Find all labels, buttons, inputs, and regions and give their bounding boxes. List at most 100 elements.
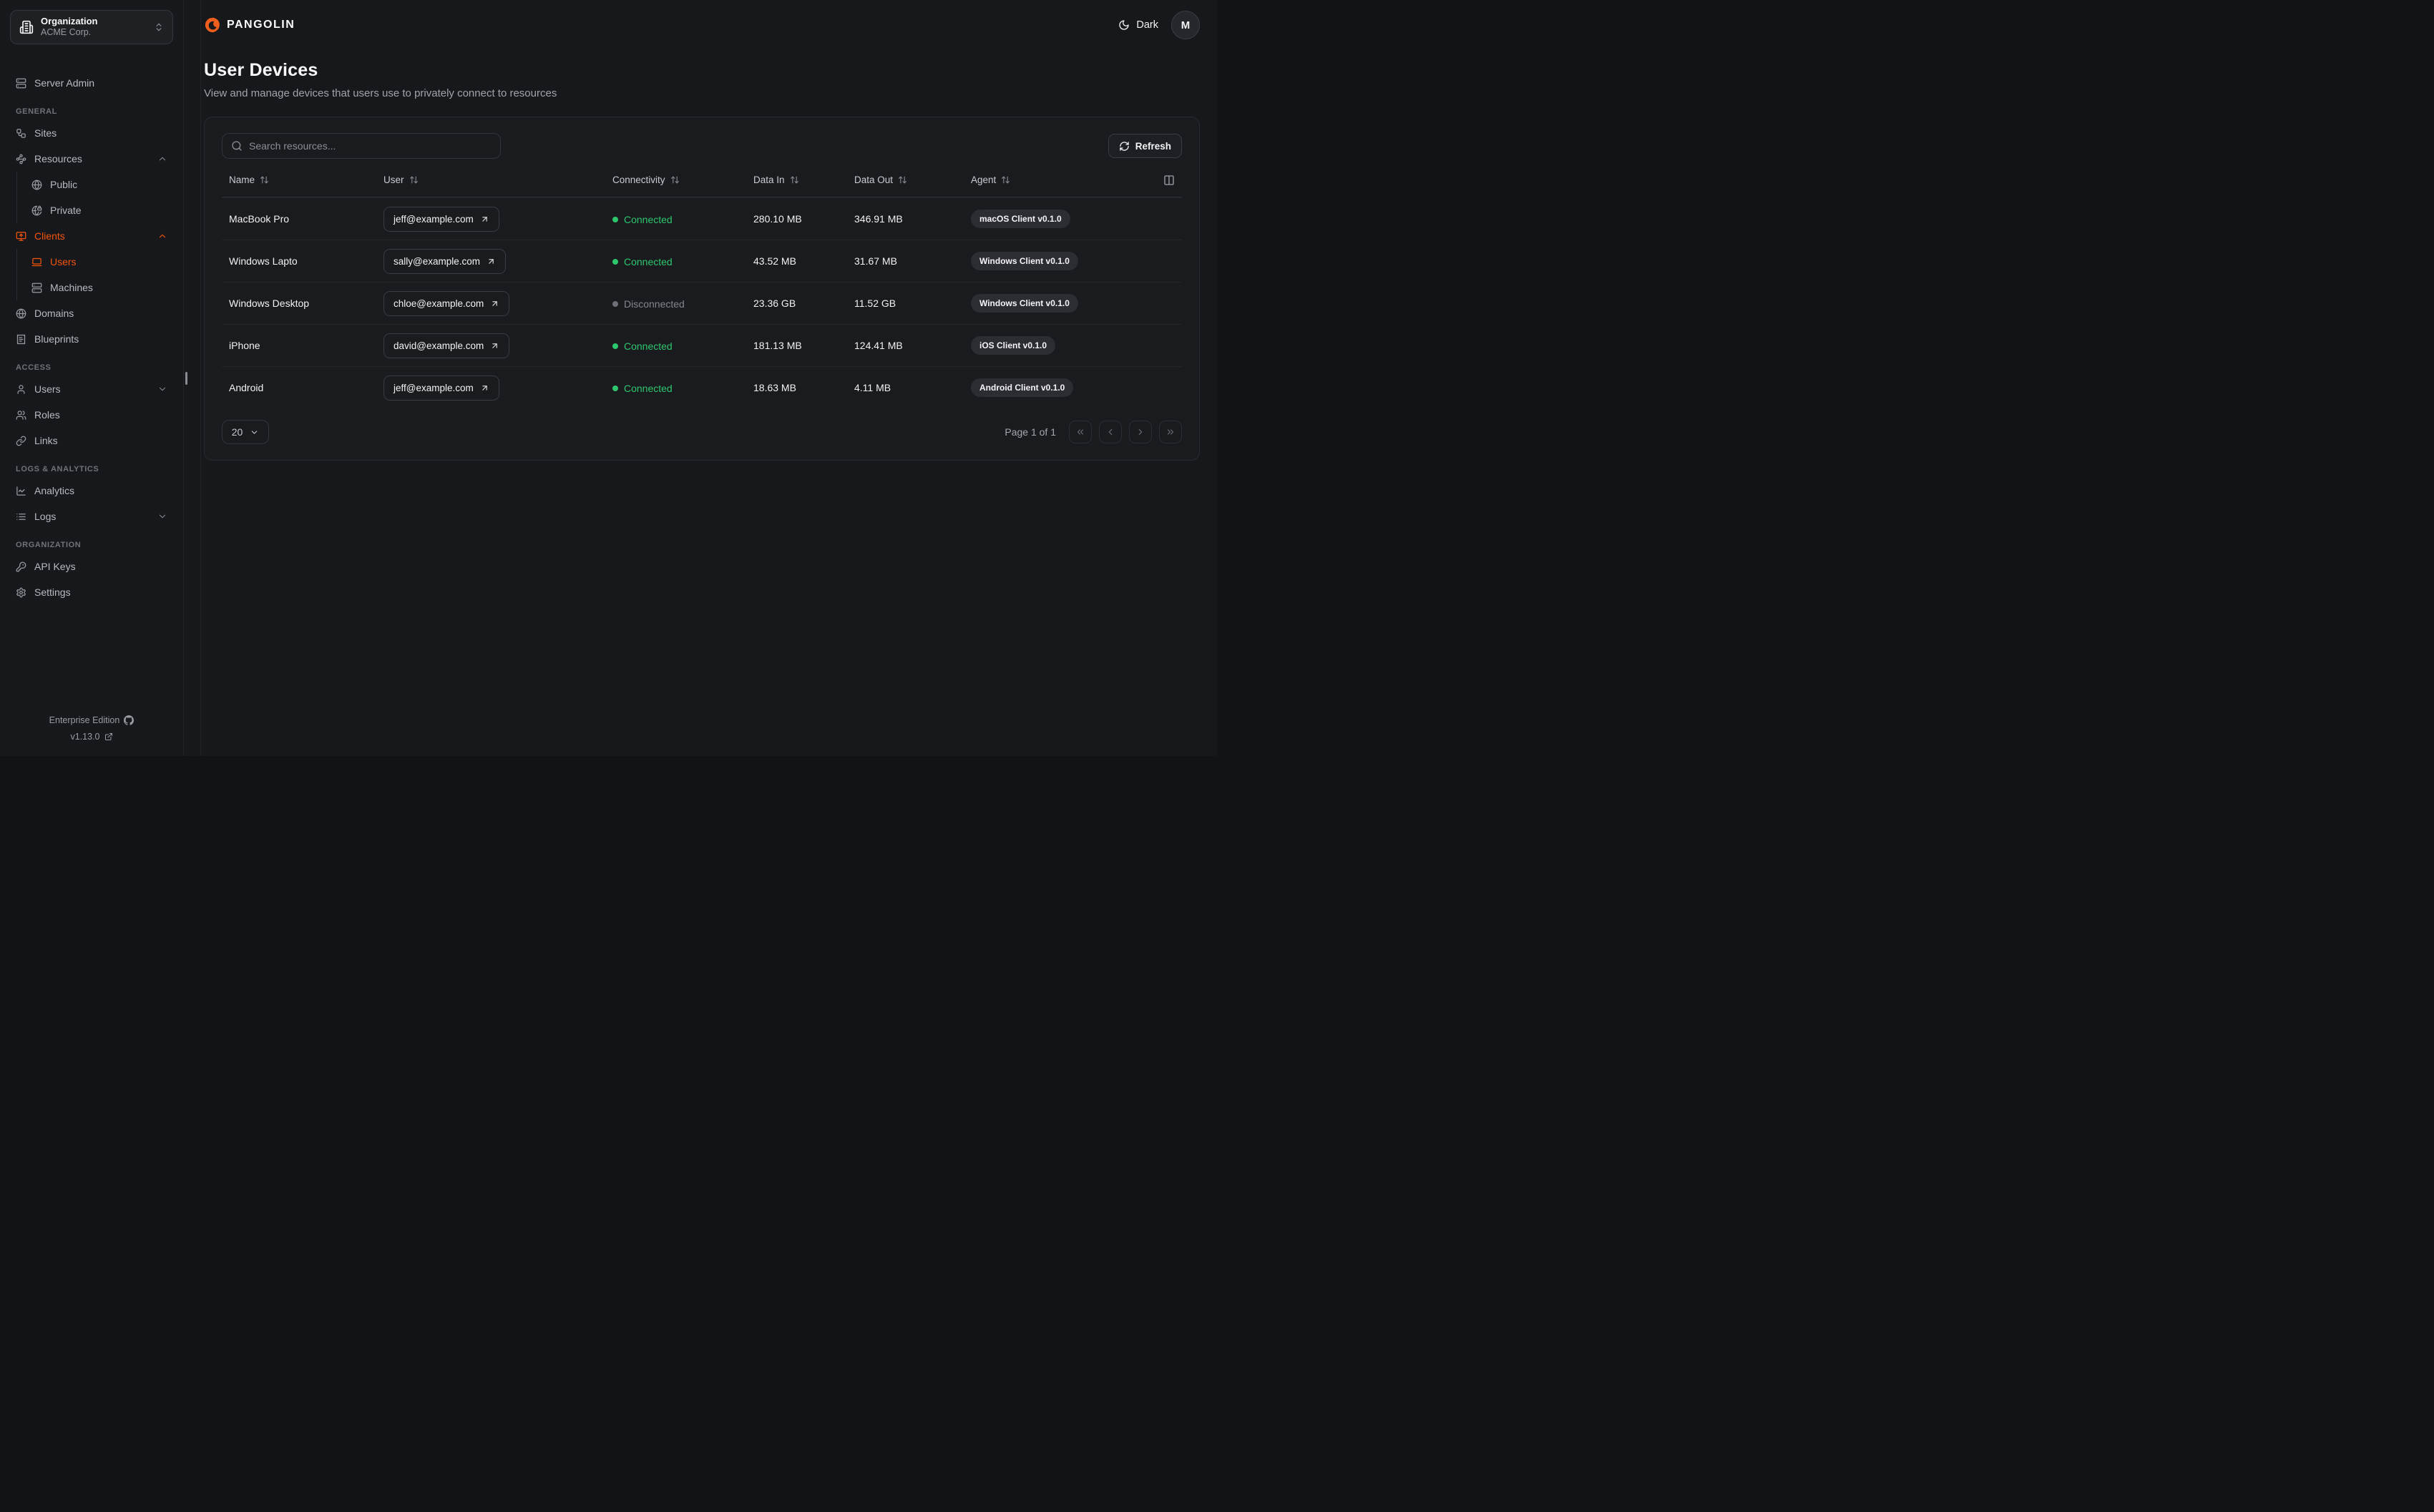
org-selector-label: Organization [41, 16, 98, 27]
data-out-value: 11.52 GB [854, 298, 896, 309]
table-row: iPhone david@example.com Connected 181.1… [222, 324, 1182, 366]
search-input[interactable] [249, 140, 492, 152]
data-in-value: 18.63 MB [753, 382, 796, 393]
column-header-name[interactable]: Name [229, 175, 383, 185]
user-link[interactable]: jeff@example.com [383, 375, 499, 401]
search-box [222, 133, 501, 159]
table-row: MacBook Pro jeff@example.com Connected 2… [222, 197, 1182, 240]
globe-icon [31, 180, 42, 190]
table-header-row: Name User Connectivity Data In Data Out [222, 163, 1182, 197]
data-in-value: 43.52 MB [753, 255, 796, 267]
page-subtitle: View and manage devices that users use t… [204, 87, 557, 99]
arrow-up-right-icon [490, 341, 499, 350]
gear-icon [16, 587, 26, 598]
sidebar-item-logs[interactable]: Logs [10, 504, 173, 529]
user-icon [16, 384, 26, 395]
device-name: Android [229, 382, 264, 393]
brand-name: PANGOLIN [227, 19, 295, 31]
data-out-value: 4.11 MB [854, 382, 891, 393]
next-page-button[interactable] [1129, 421, 1152, 443]
status-dot [612, 343, 618, 349]
last-page-button[interactable] [1159, 421, 1182, 443]
avatar[interactable]: M [1171, 11, 1200, 39]
arrow-up-right-icon [490, 299, 499, 308]
list-icon [16, 511, 26, 522]
status-dot [612, 216, 618, 222]
pangolin-logo-icon [205, 17, 220, 32]
chart-line-icon [16, 486, 26, 496]
sidebar-item-links[interactable]: Links [10, 428, 173, 453]
page-size-select[interactable]: 20 [222, 420, 269, 444]
data-in-value: 181.13 MB [753, 340, 802, 351]
data-out-value: 124.41 MB [854, 340, 903, 351]
data-in-value: 23.36 GB [753, 298, 796, 309]
app-window: Organization ACME Corp. Server Admin GEN… [0, 0, 1217, 756]
sidebar-item-clients[interactable]: Clients [10, 223, 173, 249]
sort-icon [1001, 175, 1010, 185]
sort-icon [260, 175, 269, 185]
sidebar-item-settings[interactable]: Settings [10, 579, 173, 605]
refresh-button[interactable]: Refresh [1108, 134, 1182, 158]
sidebar-item-sites[interactable]: Sites [10, 120, 173, 146]
sidebar-item-client-users[interactable]: Users [26, 249, 173, 275]
search-icon [231, 140, 243, 152]
building-icon [19, 20, 34, 34]
chevron-left-icon [1105, 427, 1115, 437]
sidebar-rail [183, 0, 201, 756]
user-link[interactable]: chloe@example.com [383, 290, 510, 316]
sidebar-item-public[interactable]: Public [26, 172, 173, 197]
resources-subgroup: Public Private [16, 172, 173, 223]
chevrons-up-down-icon [154, 22, 164, 32]
columns-icon [1163, 175, 1175, 186]
org-selector[interactable]: Organization ACME Corp. [10, 10, 173, 44]
chevron-up-icon [157, 231, 167, 241]
user-link[interactable]: david@example.com [383, 333, 510, 358]
column-header-agent[interactable]: Agent [971, 175, 1155, 185]
sidebar-item-api-keys[interactable]: API Keys [10, 554, 173, 579]
page-title: User Devices [204, 60, 318, 80]
chevrons-left-icon [1075, 427, 1085, 437]
version-link[interactable]: v1.13.0 [7, 729, 176, 745]
agent-badge: Windows Client v0.1.0 [971, 252, 1078, 270]
first-page-button[interactable] [1069, 421, 1092, 443]
column-header-user[interactable]: User [383, 175, 612, 185]
sidebar-item-roles[interactable]: Roles [10, 402, 173, 428]
sidebar-item-private[interactable]: Private [26, 197, 173, 223]
data-out-value: 346.91 MB [854, 213, 903, 225]
sidebar-item-domains[interactable]: Domains [10, 300, 173, 326]
refresh-icon [1119, 141, 1130, 152]
server-icon [31, 283, 42, 293]
page-info: Page 1 of 1 [1005, 426, 1056, 438]
status-dot [612, 385, 618, 391]
column-visibility-button[interactable] [1155, 175, 1175, 186]
sidebar-item-machines[interactable]: Machines [26, 275, 173, 300]
sidebar-item-users[interactable]: Users [10, 376, 173, 402]
previous-page-button[interactable] [1099, 421, 1122, 443]
device-name: iPhone [229, 340, 260, 351]
column-header-data-out[interactable]: Data Out [854, 175, 971, 185]
sidebar-resize-handle[interactable] [185, 372, 187, 385]
sidebar-item-blueprints[interactable]: Blueprints [10, 326, 173, 352]
receipt-icon [16, 334, 26, 345]
workflow-icon [16, 128, 26, 139]
globe-lock-icon [31, 205, 42, 216]
table-row: Android jeff@example.com Connected 18.63… [222, 366, 1182, 408]
user-link[interactable]: jeff@example.com [383, 206, 499, 232]
sidebar-nav: Server Admin GENERAL Sites Resources Pub… [0, 54, 183, 605]
devices-card: Refresh Name User Connectivity Data In [204, 117, 1200, 461]
status-badge: Connected [612, 214, 673, 225]
brand[interactable]: PANGOLIN [204, 17, 295, 34]
column-header-data-in[interactable]: Data In [753, 175, 854, 185]
sidebar-item-analytics[interactable]: Analytics [10, 478, 173, 504]
chevron-up-icon [157, 154, 167, 164]
sidebar-item-resources[interactable]: Resources [10, 146, 173, 172]
sidebar-footer: Enterprise Edition v1.13.0 [0, 712, 183, 756]
edition-line[interactable]: Enterprise Edition [7, 712, 176, 729]
topbar: PANGOLIN Dark M [204, 0, 1200, 50]
sort-icon [790, 175, 799, 185]
sidebar-item-server-admin[interactable]: Server Admin [10, 70, 173, 96]
user-link[interactable]: sally@example.com [383, 248, 506, 274]
column-header-connectivity[interactable]: Connectivity [612, 175, 753, 185]
status-dot [612, 300, 618, 307]
theme-toggle[interactable]: Dark [1118, 19, 1158, 31]
